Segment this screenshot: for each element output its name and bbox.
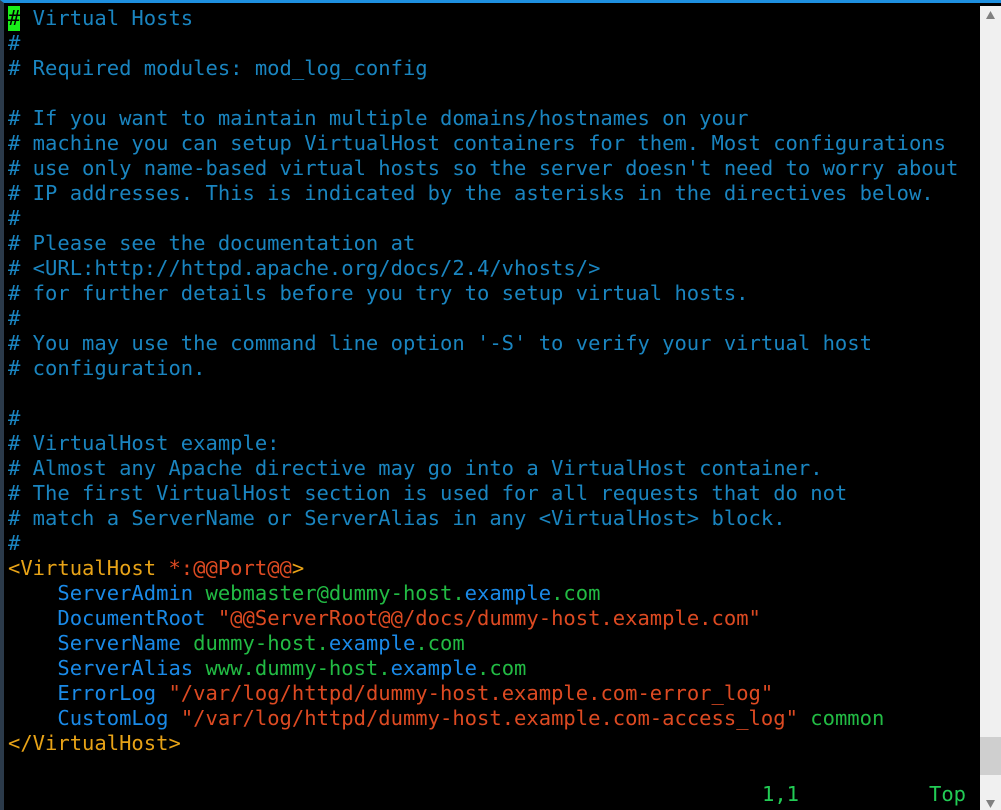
scrollbar-track[interactable] <box>980 24 1001 795</box>
code-token: # You may use the command line option '-… <box>8 331 872 355</box>
code-token: common <box>810 706 885 730</box>
code-token: # Required modules: mod_log_config <box>8 56 428 80</box>
code-token: # <URL:http://httpd.apache.org/docs/2.4/… <box>8 256 601 280</box>
scroll-up-arrow-icon[interactable] <box>980 6 1001 24</box>
code-line[interactable]: DocumentRoot "@@ServerRoot@@/docs/dummy-… <box>8 606 979 631</box>
code-token: example <box>390 656 478 680</box>
code-line[interactable]: # <box>8 406 979 431</box>
code-line[interactable]: # <box>8 206 979 231</box>
code-line[interactable]: # <box>8 31 979 56</box>
code-line[interactable]: # You may use the command line option '-… <box>8 331 979 356</box>
code-line[interactable]: # <URL:http://httpd.apache.org/docs/2.4/… <box>8 256 979 281</box>
code-line[interactable]: ErrorLog "/var/log/httpd/dummy-host.exam… <box>8 681 979 706</box>
code-token: .com <box>415 631 465 655</box>
terminal-window: # Virtual Hosts # # Required modules: mod_… <box>0 0 1001 810</box>
code-token: # configuration. <box>8 356 206 380</box>
code-line[interactable]: # configuration. <box>8 356 979 381</box>
code-token: webmaster@dummy-host. <box>205 581 465 605</box>
scroll-position-indicator: Top <box>929 782 967 806</box>
code-token: "/var/log/httpd/dummy-host.example.com-a… <box>180 706 798 730</box>
code-line[interactable]: </VirtualHost> <box>8 731 979 756</box>
vim-editor-viewport[interactable]: # Virtual Hosts # # Required modules: mod_… <box>4 3 979 810</box>
code-token: *:@@Port@@ <box>168 556 292 580</box>
code-line[interactable]: # The first VirtualHost section is used … <box>8 481 979 506</box>
text-cursor: # <box>8 6 21 31</box>
code-line[interactable]: ServerAdmin webmaster@dummy-host.example… <box>8 581 979 606</box>
code-line[interactable]: # use only name-based virtual hosts so t… <box>8 156 979 181</box>
code-token: CustomLog <box>57 706 169 730</box>
code-token: example <box>464 581 552 605</box>
code-token: .com <box>551 581 601 605</box>
code-token: # <box>8 206 21 230</box>
code-token: # match a ServerName or ServerAlias in a… <box>8 506 786 530</box>
code-token: dummy-host. <box>193 631 329 655</box>
code-token: # Almost any Apache directive may go int… <box>8 456 823 480</box>
cursor-ruler: 1,1 <box>762 782 800 806</box>
code-line[interactable]: ServerAlias www.dummy-host.example.com <box>8 656 979 681</box>
code-line[interactable]: CustomLog "/var/log/httpd/dummy-host.exa… <box>8 706 979 731</box>
code-token: "@@ServerRoot@@/docs/dummy-host.example.… <box>217 606 761 630</box>
code-token: ServerAlias <box>57 656 194 680</box>
code-token: ServerAdmin <box>57 581 194 605</box>
code-line[interactable] <box>8 381 979 406</box>
code-token: </VirtualHost> <box>8 731 181 755</box>
code-token: > <box>291 556 305 580</box>
scroll-down-arrow-icon[interactable] <box>980 795 1001 810</box>
code-line[interactable]: # Virtual Hosts <box>8 6 979 31</box>
code-token: DocumentRoot <box>57 606 206 630</box>
code-token: ErrorLog <box>57 681 157 705</box>
code-token: # for further details before you try to … <box>8 281 749 305</box>
code-line[interactable]: # Please see the documentation at <box>8 231 979 256</box>
code-line[interactable]: # machine you can setup VirtualHost cont… <box>8 131 979 156</box>
code-token: # <box>8 406 21 430</box>
code-token: "/var/log/httpd/dummy-host.example.com-e… <box>168 681 774 705</box>
code-line[interactable]: # Almost any Apache directive may go int… <box>8 456 979 481</box>
code-token: # The first VirtualHost section is used … <box>8 481 848 505</box>
code-line[interactable]: # VirtualHost example: <box>8 431 979 456</box>
code-line[interactable]: # If you want to maintain multiple domai… <box>8 106 979 131</box>
code-token: # If you want to maintain multiple domai… <box>8 106 749 130</box>
code-token: # Please see the documentation at <box>8 231 416 255</box>
code-line[interactable]: ServerName dummy-host.example.com <box>8 631 979 656</box>
code-token: # VirtualHost example: <box>8 431 280 455</box>
code-token: .com <box>477 656 527 680</box>
code-token: # <box>8 31 21 55</box>
code-token: example <box>328 631 416 655</box>
code-line[interactable]: # Required modules: mod_log_config <box>8 56 979 81</box>
vertical-scrollbar[interactable] <box>979 6 1001 810</box>
code-token: # <box>8 531 21 555</box>
vim-text-buffer[interactable]: # Virtual Hosts # # Required modules: mod_… <box>4 3 979 756</box>
code-line[interactable] <box>8 81 979 106</box>
code-token: Virtual Hosts <box>20 6 194 30</box>
code-line[interactable]: # match a ServerName or ServerAlias in a… <box>8 506 979 531</box>
code-token: www.dummy-host. <box>205 656 391 680</box>
scrollbar-thumb[interactable] <box>980 737 1001 775</box>
code-line[interactable]: # IP addresses. This is indicated by the… <box>8 181 979 206</box>
code-line[interactable]: <VirtualHost *:@@Port@@> <box>8 556 979 581</box>
code-token: # machine you can setup VirtualHost cont… <box>8 131 946 155</box>
code-line[interactable]: # for further details before you try to … <box>8 281 979 306</box>
code-token: # use only name-based virtual hosts so t… <box>8 156 959 180</box>
code-token: # <box>8 306 21 330</box>
code-token: # IP addresses. This is indicated by the… <box>8 181 934 205</box>
code-token: <VirtualHost <box>8 556 169 580</box>
vim-status-line: 1,1 Top <box>4 780 979 808</box>
code-line[interactable]: # <box>8 531 979 556</box>
code-line[interactable]: # <box>8 306 979 331</box>
code-token: ServerName <box>57 631 181 655</box>
